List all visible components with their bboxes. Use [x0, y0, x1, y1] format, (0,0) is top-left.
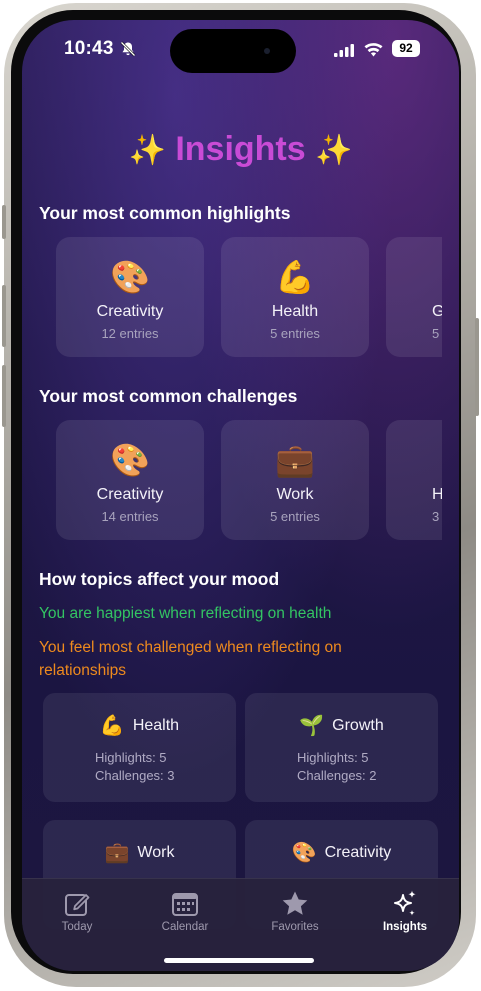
mood-card-challenges: Challenges: 3: [95, 768, 175, 783]
card-topic-name: Creativity: [96, 486, 164, 503]
card-entry-count: 12 entries: [101, 326, 159, 341]
partial-card-icon: [386, 442, 442, 478]
flexed-biceps-icon: 💪: [275, 259, 315, 295]
partial-card-icon: [386, 259, 442, 295]
palette-icon: 🎨: [110, 442, 150, 478]
challenge-card-partial[interactable]: H 3: [386, 420, 442, 540]
highlight-card-partial[interactable]: G 5: [386, 237, 442, 357]
card-topic-name: G: [432, 303, 442, 320]
camera-dot: [264, 48, 270, 54]
calendar-icon: [172, 893, 198, 916]
mood-section-title: How topics affect your mood: [39, 569, 280, 589]
wifi-icon: [364, 43, 383, 57]
card-entry-count: 14 entries: [101, 509, 159, 524]
status-bar: 10:43 92: [22, 20, 459, 80]
bell-slash-icon: [120, 41, 136, 57]
mood-card-header: 💼 Work: [43, 840, 236, 865]
action-button: [2, 205, 6, 239]
sparkles-icon: ✨: [315, 134, 353, 167]
card-topic-name: Work: [276, 486, 314, 503]
challenges-carousel[interactable]: 🎨 Creativity 14 entries 💼 Work 5 entries…: [56, 420, 442, 542]
card-entry-count: 5 entries: [270, 326, 320, 341]
tab-favorites[interactable]: Favorites: [240, 879, 350, 949]
mood-card-header: 💪 Health: [43, 713, 236, 738]
tab-calendar[interactable]: Calendar: [130, 879, 240, 949]
mood-card-challenges: Challenges: 2: [297, 768, 377, 783]
tab-label: Favorites: [271, 921, 319, 933]
highlights-section-title: Your most common highlights: [39, 203, 291, 223]
mood-card-growth[interactable]: 🌱 Growth Highlights: 5 Challenges: 2: [245, 693, 438, 802]
highlight-card-health[interactable]: 💪 Health 5 entries: [221, 237, 369, 357]
tab-label: Today: [61, 921, 93, 933]
challenge-card-creativity[interactable]: 🎨 Creativity 14 entries: [56, 420, 204, 540]
challenge-card-work[interactable]: 💼 Work 5 entries: [221, 420, 369, 540]
compose-icon: [65, 894, 90, 916]
happiest-insight: You are happiest when reflecting on heal…: [39, 605, 332, 622]
card-entry-count: 3: [432, 509, 440, 524]
mood-card-health[interactable]: 💪 Health Highlights: 5 Challenges: 3: [43, 693, 236, 802]
challenged-insight: You feel most challenged when reflecting…: [39, 639, 342, 679]
briefcase-icon: 💼: [104, 842, 130, 864]
card-entry-count: 5 entries: [270, 509, 320, 524]
challenges-section-title: Your most common challenges: [39, 386, 298, 406]
sparkles-icon: [394, 890, 416, 916]
highlights-carousel[interactable]: 🎨 Creativity 12 entries 💪 Health 5 entri…: [56, 237, 442, 359]
palette-icon: 🎨: [110, 259, 150, 295]
card-entry-count: 5: [432, 326, 440, 341]
mood-card-highlights: Highlights: 5: [95, 750, 167, 765]
volume-down-button: [2, 365, 6, 427]
mood-card-topic: Growth: [332, 717, 384, 734]
cellular-signal-icon: [334, 44, 354, 57]
page-title: ✨ Insights ✨: [22, 130, 459, 169]
tab-today[interactable]: Today: [22, 879, 132, 949]
dynamic-island: [170, 29, 296, 73]
card-topic-name: Health: [271, 303, 319, 320]
highlight-card-creativity[interactable]: 🎨 Creativity 12 entries: [56, 237, 204, 357]
seedling-icon: 🌱: [299, 715, 325, 737]
flexed-biceps-icon: 💪: [99, 715, 125, 737]
mood-card-header: 🌱 Growth: [245, 713, 438, 738]
star-icon: [282, 891, 308, 915]
sparkles-icon: ✨: [128, 134, 166, 167]
tab-label: Insights: [382, 921, 428, 933]
battery-indicator: 92: [392, 40, 420, 57]
home-indicator[interactable]: [164, 958, 314, 963]
palette-icon: 🎨: [291, 842, 317, 864]
tab-insights[interactable]: Insights: [350, 879, 459, 949]
power-button: [475, 318, 479, 416]
briefcase-icon: 💼: [275, 442, 315, 478]
status-time: 10:43: [64, 38, 114, 59]
card-topic-name: Creativity: [96, 303, 164, 320]
volume-up-button: [2, 285, 6, 347]
screen: 10:43 92 ✨ Insights ✨ Your most common h…: [22, 20, 459, 971]
card-topic-name: H: [432, 486, 442, 503]
mood-card-topic: Health: [132, 717, 180, 734]
mood-card-header: 🎨 Creativity: [245, 840, 438, 865]
mood-card-topic: Work: [137, 844, 175, 861]
page-title-text: Insights: [175, 130, 306, 168]
mood-card-topic: Creativity: [324, 844, 392, 861]
tab-label: Calendar: [161, 921, 209, 933]
mood-card-highlights: Highlights: 5: [297, 750, 369, 765]
